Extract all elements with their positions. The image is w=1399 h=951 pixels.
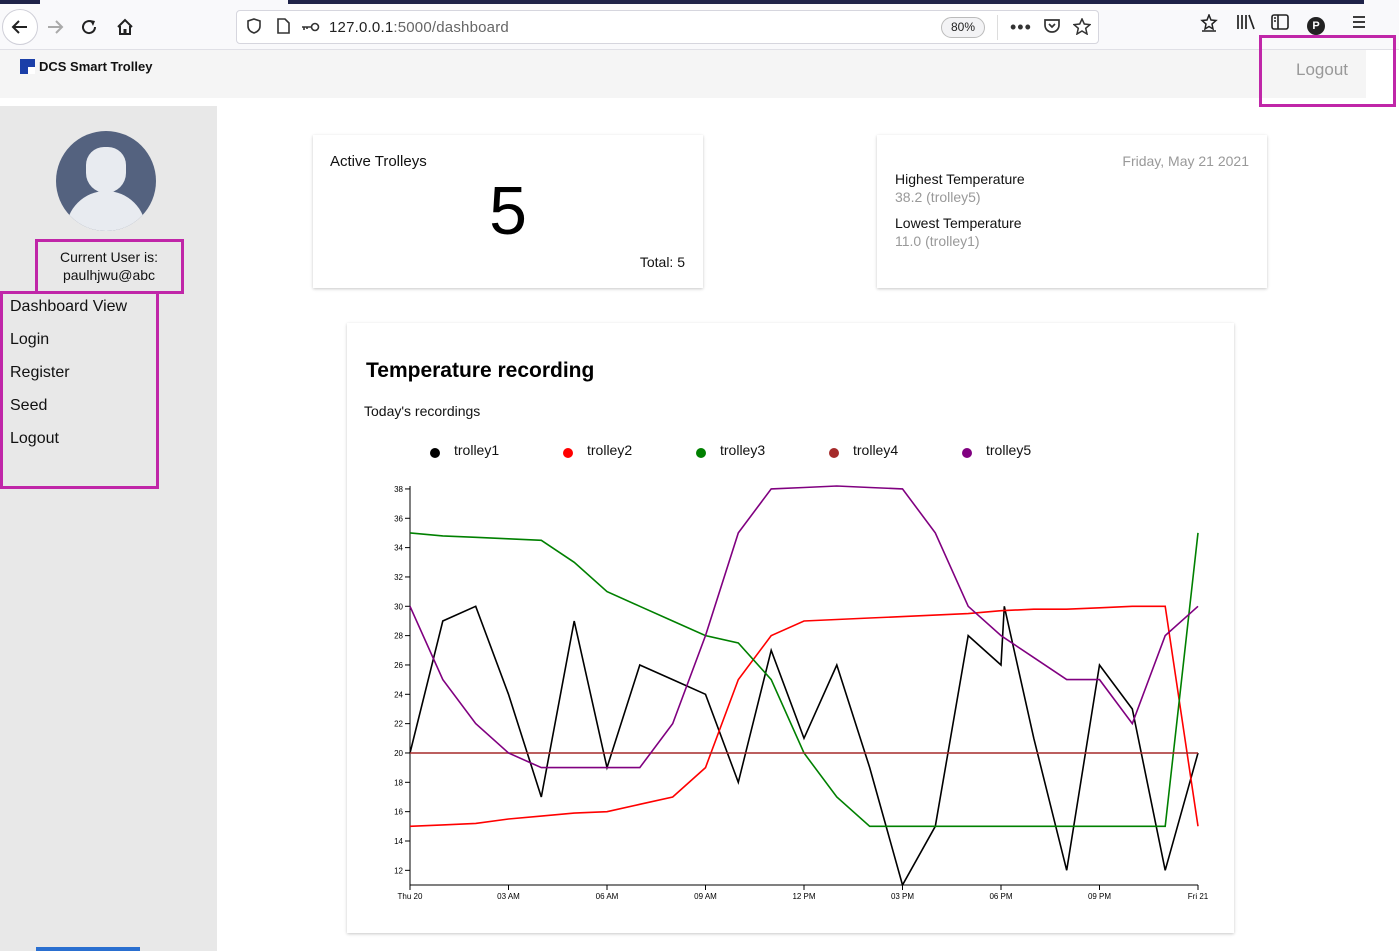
sidebar-menu-highlight-box [0, 291, 159, 489]
reload-icon [82, 20, 97, 35]
y-tick-label: 20 [394, 749, 403, 758]
active-trolleys-label: Active Trolleys [330, 153, 427, 170]
y-tick-label: 14 [394, 837, 403, 846]
tab-strip [288, 0, 1364, 4]
temperature-summary-card: Friday, May 21 2021 Highest Temperature … [877, 135, 1267, 288]
pocket-icon[interactable] [1043, 18, 1061, 38]
highest-temperature-value: 38.2 (trolley5) [895, 189, 981, 205]
x-tick-label: 06 PM [989, 892, 1012, 901]
y-tick-label: 18 [394, 778, 403, 787]
y-tick-label: 38 [394, 485, 403, 494]
user-avatar-icon [56, 131, 156, 231]
url-text[interactable]: 127.0.0.1:5000/dashboard [329, 19, 509, 36]
series-line-trolley5 [409, 485, 1199, 769]
account-avatar-icon[interactable]: P [1307, 17, 1325, 35]
back-arrow-icon [11, 20, 27, 34]
home-icon [117, 18, 133, 35]
sidebar-toggle-icon[interactable] [1271, 14, 1289, 35]
x-tick-label: 03 AM [497, 892, 520, 901]
app-navbar: DCS Smart Trolley Logout [0, 50, 1366, 98]
reload-button[interactable] [72, 10, 106, 44]
home-button[interactable] [108, 10, 142, 44]
y-tick-label: 22 [394, 720, 403, 729]
forward-arrow-icon [48, 20, 64, 34]
y-tick-label: 24 [394, 690, 403, 699]
brand-link[interactable]: DCS Smart Trolley [20, 59, 152, 74]
x-tick-label: Thu 20 [398, 892, 423, 901]
highest-temperature-label: Highest Temperature [895, 171, 1025, 187]
lowest-temperature-label: Lowest Temperature [895, 215, 1022, 231]
y-tick-label: 36 [394, 514, 403, 523]
y-tick-label: 12 [394, 866, 403, 875]
zoom-level-button[interactable]: 80% [941, 17, 985, 38]
x-tick-label: Fri 21 [1188, 892, 1209, 901]
x-tick-label: 03 PM [891, 892, 914, 901]
x-tick-label: 09 AM [694, 892, 717, 901]
y-tick-label: 34 [394, 544, 403, 553]
current-user-highlight-box [35, 239, 184, 294]
key-icon[interactable] [301, 20, 321, 37]
x-tick-label: 12 PM [792, 892, 815, 901]
summary-date: Friday, May 21 2021 [1122, 153, 1249, 169]
x-tick-label: 09 PM [1088, 892, 1111, 901]
y-tick-label: 28 [394, 632, 403, 641]
active-trolleys-card: Active Trolleys 5 Total: 5 [313, 135, 703, 288]
bottom-scroll-indicator [36, 947, 140, 951]
browser-toolbar: 127.0.0.1:5000/dashboard 80% ••• P [0, 0, 1399, 50]
y-tick-label: 16 [394, 808, 403, 817]
url-separator [997, 15, 998, 40]
logout-highlight-box [1259, 35, 1396, 107]
active-trolleys-count: 5 [489, 173, 527, 249]
bookmark-star-icon[interactable] [1072, 17, 1092, 39]
reading-list-icon[interactable] [1200, 12, 1218, 37]
x-tick-label: 06 AM [596, 892, 619, 901]
brand-logo-icon [20, 59, 35, 74]
sidebar: Current User is: paulhjwu@abc Dashboard … [0, 106, 217, 951]
library-icon[interactable] [1236, 14, 1256, 35]
lowest-temperature-value: 11.0 (trolley1) [895, 233, 980, 249]
temperature-line-chart: 12 14 16 18 20 22 24 26 28 30 32 34 36 38 Thu 20 03 AM 0… [394, 485, 1209, 901]
back-button[interactable] [2, 9, 38, 45]
y-tick-label: 32 [394, 573, 403, 582]
total-trolleys: Total: 5 [639, 254, 685, 270]
hamburger-menu-icon[interactable] [1352, 14, 1366, 35]
temperature-chart-card: Temperature recording Today's recordings… [347, 323, 1234, 933]
page-icon [277, 18, 290, 38]
forward-button[interactable] [38, 10, 72, 44]
address-bar[interactable]: 127.0.0.1:5000/dashboard 80% ••• [236, 10, 1099, 44]
y-tick-label: 26 [394, 661, 403, 670]
tracking-shield-icon[interactable] [247, 18, 261, 38]
brand-name: DCS Smart Trolley [39, 59, 153, 74]
y-tick-label: 30 [394, 602, 403, 611]
page-actions-icon[interactable]: ••• [1010, 17, 1032, 38]
active-tab-strip [0, 0, 40, 4]
series-line-trolley1 [409, 605, 1199, 888]
